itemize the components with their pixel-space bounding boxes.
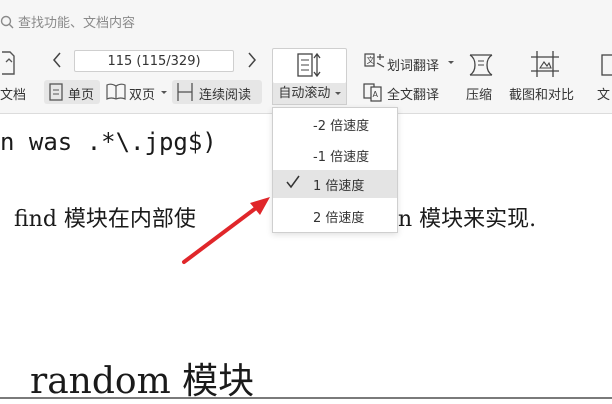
double-page-icon[interactable] [105,83,127,101]
continuous-read-label: 连续阅读 [199,88,252,103]
speed-option-2[interactable]: 2 倍速度 [273,202,397,230]
speed-option-label: -2 倍速度 [313,119,370,134]
screenshot-compare-icon[interactable] [530,50,560,78]
next-page-button[interactable] [244,50,260,70]
speed-option-label: -1 倍速度 [313,150,370,165]
doc-label[interactable]: 文档 [0,84,26,103]
full-translate-icon[interactable]: A [363,82,383,102]
checkmark-icon [286,175,300,189]
speed-option-1[interactable]: 1 倍速度 [273,170,397,198]
page-number-input[interactable]: 115 (115/329) [74,50,234,72]
more-tool-label[interactable]: 文 [597,84,610,103]
screenshot-compare-label[interactable]: 截图和对比 [509,84,574,103]
speed-option-label: 1 倍速度 [313,179,365,194]
code-line-1: n was .*\.jpg$) [0,128,217,156]
auto-scroll-speed-menu: -2 倍速度 -1 倍速度 1 倍速度 2 倍速度 [272,107,398,233]
section-heading: random 模块 [30,361,255,402]
prev-page-button[interactable] [49,50,65,70]
chevron-down-icon [334,91,341,95]
document-icon[interactable] [0,48,16,78]
svg-text:A: A [373,90,379,99]
speed-option-minus-2[interactable]: -2 倍速度 [273,110,397,138]
full-translate-label[interactable]: 全文翻译 [387,84,439,103]
single-page-icon [49,83,63,101]
chevron-left-icon [53,52,61,68]
text-line-2-end: n 模块来实现. [398,207,537,232]
compress-icon[interactable] [467,52,495,78]
auto-scroll-dropdown[interactable]: 自动滚动 [272,83,347,105]
chevron-down-icon[interactable] [448,61,454,65]
speed-option-minus-1[interactable]: -1 倍速度 [273,141,397,169]
single-page-label: 单页 [68,88,95,103]
text-line-2-start: find 模块在内部使 [14,207,196,232]
auto-scroll-label: 自动滚动 [278,86,331,101]
search-placeholder: 查找功能、文档内容 [18,16,136,31]
word-translate-label[interactable]: 划词翻译 [387,55,439,74]
search-bar[interactable]: 查找功能、文档内容 [0,12,135,31]
svg-text:文: 文 [367,55,375,65]
annotation-arrow [182,197,270,264]
continuous-read-icon [177,83,193,101]
speed-option-label: 2 倍速度 [313,211,365,226]
more-tool-icon[interactable] [600,52,612,78]
auto-scroll-icon [297,52,321,78]
word-translate-icon[interactable]: 文 [364,51,386,71]
double-page-label[interactable]: 双页 [129,84,155,103]
chevron-right-icon [248,52,256,68]
ribbon-toolbar: 查找功能、文档内容 文档 115 (115/329) 单页 双页 连续阅读 自动… [0,0,612,114]
search-icon [0,15,14,28]
chevron-down-icon[interactable] [161,91,167,95]
compress-label[interactable]: 压缩 [466,84,492,103]
